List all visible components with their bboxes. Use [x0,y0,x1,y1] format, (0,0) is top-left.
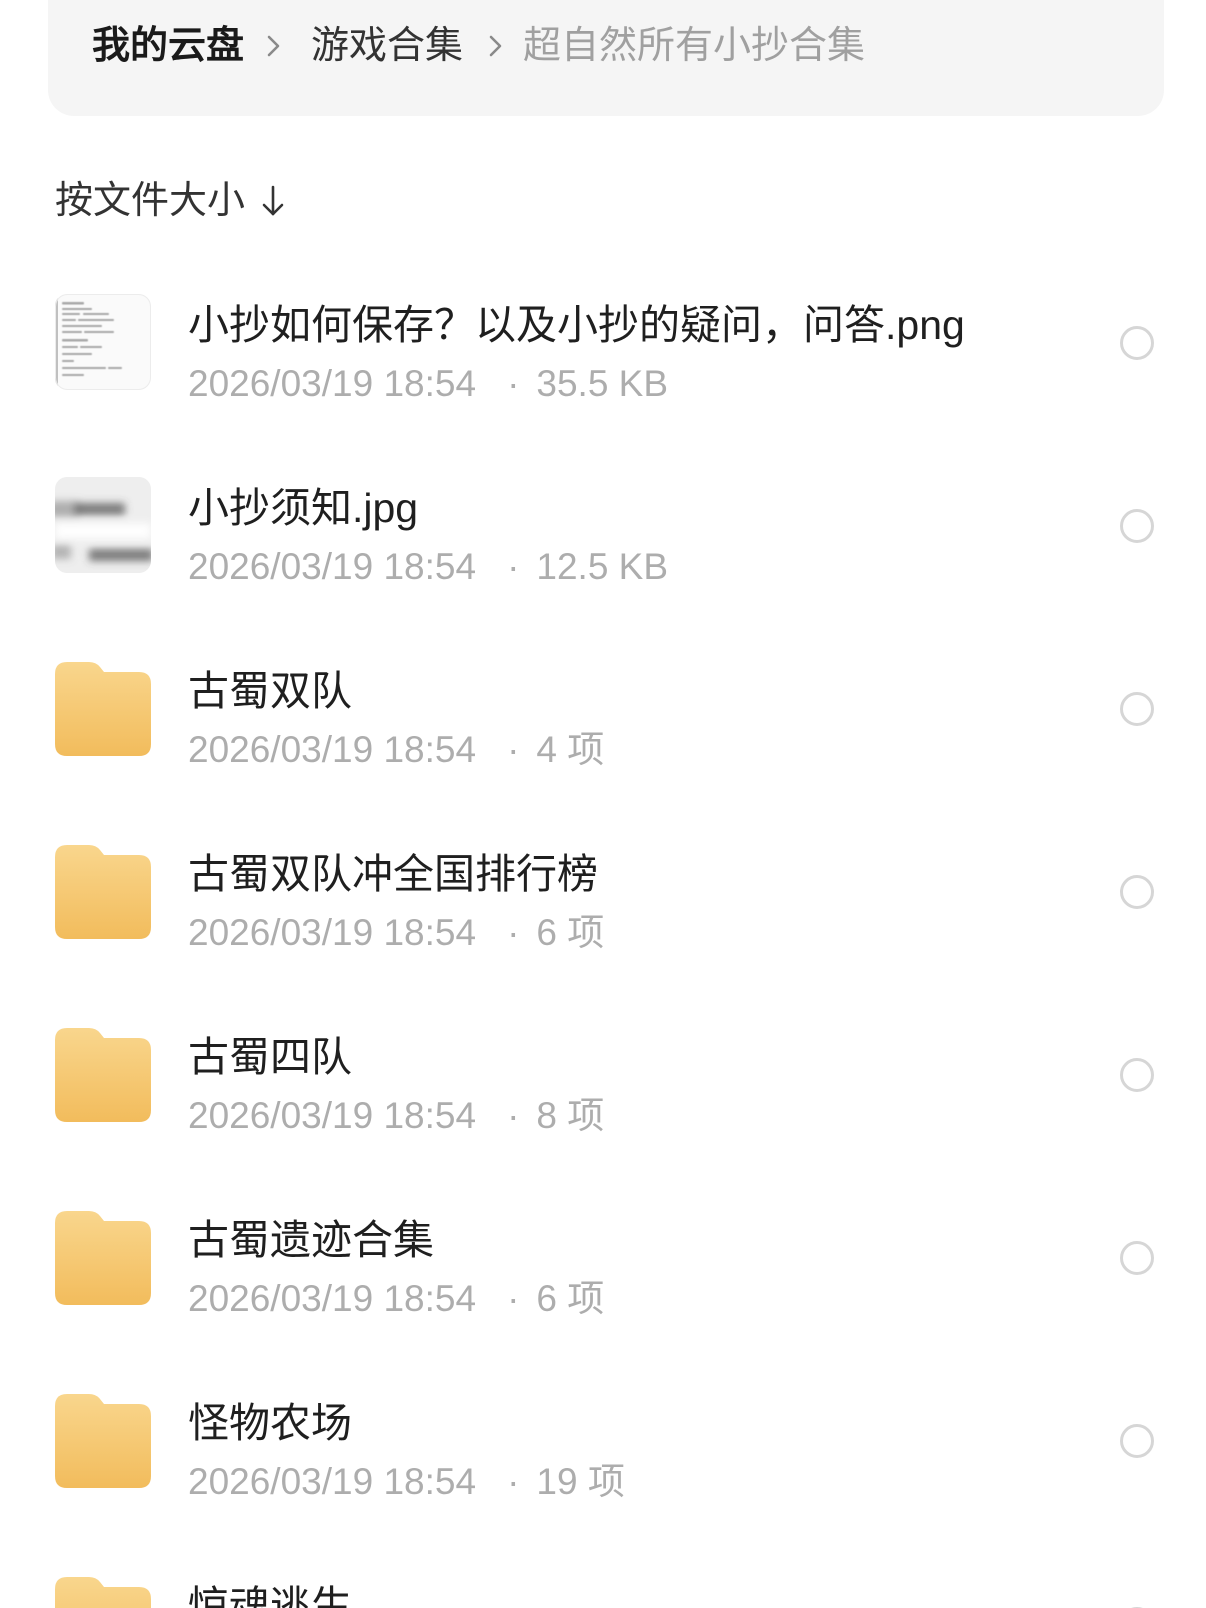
file-modified-date: 2026/03/19 18:54 [188,729,477,770]
image-thumbnail [55,477,151,573]
file-meta: 2026/03/19 18:54 · 6 项 [188,909,604,957]
file-name: 古蜀双队冲全国排行榜 [188,851,598,897]
file-modified-date: 2026/03/19 18:54 [188,1461,477,1502]
meta-separator: · [507,729,520,770]
select-radio[interactable] [1120,1424,1154,1458]
breadcrumb: 我的云盘 游戏合集 超自然所有小抄合集 [48,0,1164,116]
file-name: 古蜀双队 [188,668,352,714]
folder-item-count: 6 项 [536,912,605,953]
file-modified-date: 2026/03/19 18:54 [188,363,477,404]
meta-separator: · [507,1095,520,1136]
file-meta: 2026/03/19 18:54 · 35.5 KB [188,360,668,408]
file-row[interactable]: 惊魂逃生 [0,1532,1206,1608]
select-radio[interactable] [1120,692,1154,726]
folder-item-count: 4 项 [536,729,605,770]
file-name: 小抄如何保存？以及小抄的疑问，问答.png [188,302,965,348]
file-row[interactable]: 小抄须知.jpg 2026/03/19 18:54 · 12.5 KB [0,434,1206,617]
file-row[interactable]: 怪物农场 2026/03/19 18:54 · 19 项 [0,1349,1206,1532]
file-name: 古蜀遗迹合集 [188,1217,434,1263]
select-radio[interactable] [1120,875,1154,909]
file-name: 惊魂逃生 [188,1583,352,1608]
meta-separator: · [507,363,520,404]
breadcrumb-item-my-drive[interactable]: 我的云盘 [92,22,244,70]
file-size: 35.5 KB [536,363,669,404]
meta-separator: · [507,1461,520,1502]
select-radio[interactable] [1120,509,1154,543]
file-modified-date: 2026/03/19 18:54 [188,1095,477,1136]
file-size: 12.5 KB [536,546,669,587]
sort-label: 按文件大小 [55,180,246,222]
file-row[interactable]: 古蜀双队 2026/03/19 18:54 · 4 项 [0,617,1206,800]
file-modified-date: 2026/03/19 18:54 [188,1278,477,1319]
file-meta: 2026/03/19 18:54 · 6 项 [188,1275,604,1323]
image-thumbnail [55,294,151,390]
arrow-down-icon [262,185,284,216]
file-meta: 2026/03/19 18:54 · 19 项 [188,1458,625,1506]
breadcrumb-item-game-collection[interactable]: 游戏合集 [311,22,463,70]
file-row[interactable]: 古蜀遗迹合集 2026/03/19 18:54 · 6 项 [0,1166,1206,1349]
file-name: 古蜀四队 [188,1034,352,1080]
file-meta: 2026/03/19 18:54 · 8 项 [188,1092,604,1140]
select-radio[interactable] [1120,1241,1154,1275]
file-name: 小抄须知.jpg [188,485,419,531]
select-radio[interactable] [1120,326,1154,360]
file-name: 怪物农场 [188,1400,352,1446]
folder-item-count: 6 项 [536,1278,605,1319]
file-modified-date: 2026/03/19 18:54 [188,546,477,587]
folder-item-count: 8 项 [536,1095,605,1136]
file-modified-date: 2026/03/19 18:54 [188,912,477,953]
breadcrumb-item-current: 超自然所有小抄合集 [523,25,866,67]
folder-icon [55,660,151,756]
file-row[interactable]: 小抄如何保存？以及小抄的疑问，问答.png 2026/03/19 18:54 · 3… [0,251,1206,434]
folder-icon [55,1209,151,1305]
folder-icon [55,1575,151,1608]
file-meta: 2026/03/19 18:54 · 12.5 KB [188,543,668,591]
file-row[interactable]: 古蜀双队冲全国排行榜 2026/03/19 18:54 · 6 项 [0,800,1206,983]
meta-separator: · [507,1278,520,1319]
folder-icon [55,1026,151,1122]
folder-item-count: 19 项 [536,1461,625,1502]
file-row[interactable]: 古蜀四队 2026/03/19 18:54 · 8 项 [0,983,1206,1166]
meta-separator: · [507,912,520,953]
meta-separator: · [507,546,520,587]
select-radio[interactable] [1120,1058,1154,1092]
chevron-right-icon [489,35,502,57]
sort-control[interactable]: 按文件大小 [55,177,290,225]
file-browser-screen: 我的云盘 游戏合集 超自然所有小抄合集 按文件大小 小抄如何保存？以及小抄的疑问… [0,0,1206,1608]
chevron-right-icon [267,35,280,57]
folder-icon [55,843,151,939]
folder-icon [55,1392,151,1488]
file-meta: 2026/03/19 18:54 · 4 项 [188,726,604,774]
